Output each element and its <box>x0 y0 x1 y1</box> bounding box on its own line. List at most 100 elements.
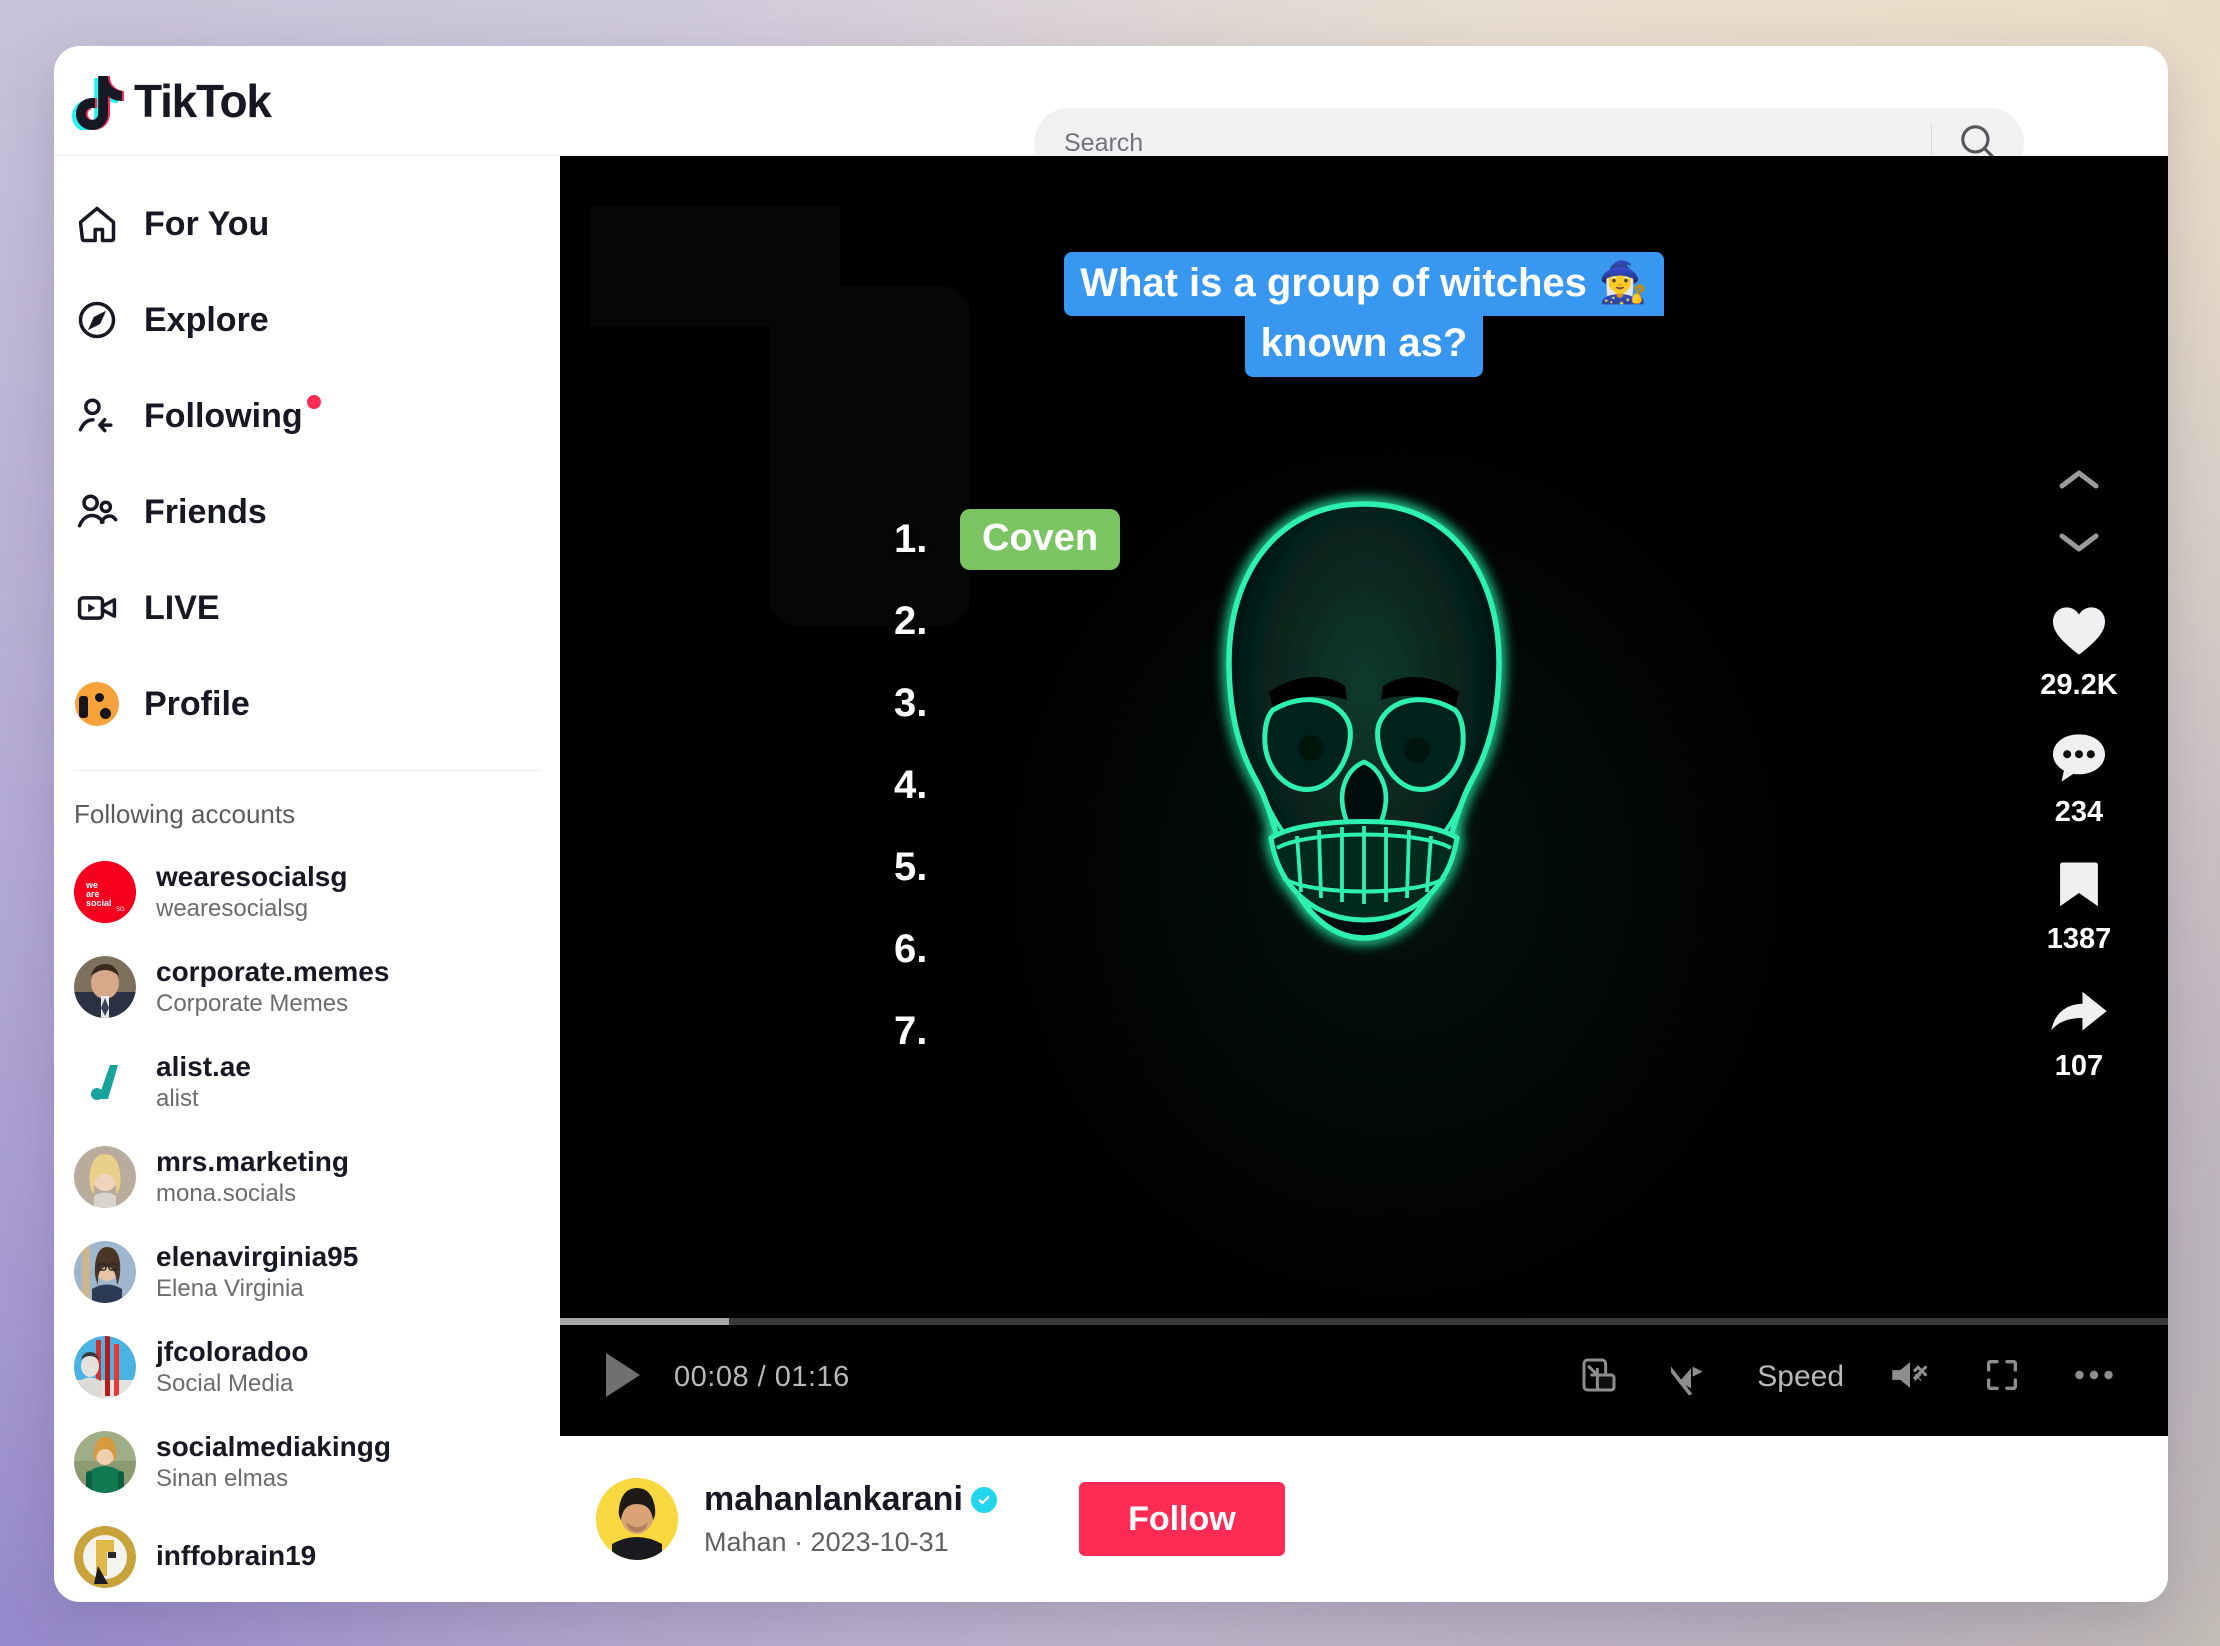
picture-in-picture-button[interactable] <box>1553 1337 1645 1417</box>
brand-name: TikTok <box>134 74 272 127</box>
svg-text:×: × <box>1913 1369 1922 1387</box>
mute-button[interactable]: × <box>1864 1337 1956 1417</box>
sidebar-item-for-you[interactable]: For You <box>54 176 560 272</box>
share-button[interactable]: 107 <box>2049 984 2109 1083</box>
controls-right-group: Speed × <box>1553 1337 2168 1417</box>
sidebar-item-label: Profile <box>144 684 250 723</box>
account-username: jfcoloradoo <box>156 1335 309 1367</box>
account-username: alist.ae <box>156 1050 251 1082</box>
progress-fill <box>560 1318 729 1325</box>
play-button[interactable] <box>602 1352 648 1402</box>
list-item[interactable]: we are social SG wearesocialsg wearesoci… <box>54 844 560 939</box>
comment-count: 234 <box>2054 796 2104 828</box>
list-item[interactable]: inffobrain19 <box>54 1509 560 1602</box>
answer-number: 2. <box>894 598 928 643</box>
bookmark-button[interactable]: 1387 <box>2046 857 2112 956</box>
list-item[interactable]: socialmediakingg Sinan elmas <box>54 1414 560 1509</box>
previous-video-button[interactable] <box>2043 451 2115 513</box>
people-icon <box>74 489 120 535</box>
answer-row: 7. <box>894 1003 1120 1059</box>
avatar <box>74 1240 136 1303</box>
fullscreen-button[interactable] <box>1956 1337 2048 1417</box>
account-display-name: wearesocialsg <box>156 894 309 922</box>
neon-skull-graphic <box>1199 486 1529 1006</box>
autoscroll-toggle[interactable] <box>1645 1337 1737 1417</box>
account-username: elenavirginia95 <box>156 1240 359 1272</box>
more-options-button[interactable] <box>2048 1337 2140 1417</box>
avatar <box>74 1430 136 1493</box>
account-display-name: Corporate Memes <box>156 989 349 1017</box>
sidebar-item-live[interactable]: LIVE <box>54 560 560 656</box>
list-item[interactable]: mrs.marketing mona.socials <box>54 1129 560 1224</box>
author-bar: mahanlankarani Mahan · 2023-10-31 Follow <box>560 1436 2168 1602</box>
list-item[interactable]: elenavirginia95 Elena Virginia <box>54 1224 560 1319</box>
account-username: corporate.memes <box>156 955 390 987</box>
svg-text:social: social <box>86 898 112 908</box>
live-video-icon <box>74 585 120 631</box>
tiktok-logo[interactable]: TikTok <box>72 72 272 132</box>
share-count: 107 <box>2054 1050 2104 1082</box>
video-column: What is a group of witches 🧙‍♀️ known as… <box>560 156 2168 1602</box>
sidebar-item-label: Friends <box>144 492 267 531</box>
home-icon <box>74 201 120 247</box>
list-item[interactable]: corporate.memes Corporate Memes <box>54 939 560 1034</box>
picture-in-picture-icon <box>1579 1355 1619 1400</box>
bookmark-count: 1387 <box>2046 923 2112 955</box>
svg-text:SG: SG <box>116 907 125 913</box>
video-controls: 00:08 / 01:16 Speed × <box>560 1318 2168 1436</box>
fullscreen-icon <box>1982 1355 2022 1400</box>
like-count: 29.2K <box>2040 669 2118 701</box>
answer-row: 5. <box>894 839 1120 895</box>
answer-row: 3. <box>894 675 1120 731</box>
music-note-icon <box>72 72 126 132</box>
sidebar-item-profile[interactable]: Profile <box>54 656 560 752</box>
avatar <box>74 1145 136 1208</box>
account-display-name: alist <box>156 1084 199 1112</box>
speed-button[interactable]: Speed <box>1737 1360 1864 1394</box>
bookmark-icon <box>2053 857 2105 913</box>
list-item[interactable]: alist.ae alist <box>54 1034 560 1129</box>
comment-button[interactable]: 234 <box>2050 730 2108 829</box>
list-item[interactable]: jfcoloradoo Social Media <box>54 1319 560 1414</box>
answer-number: 7. <box>894 1008 928 1053</box>
next-video-button[interactable] <box>2043 513 2115 575</box>
avatar <box>74 955 136 1018</box>
heart-icon <box>2050 603 2108 659</box>
play-icon <box>602 1351 642 1404</box>
sidebar: For You Explore Following Friends LIVE P… <box>54 156 560 1602</box>
chevron-up-icon <box>2056 465 2102 500</box>
answer-row: 2. <box>894 593 1120 649</box>
account-username: inffobrain19 <box>156 1539 317 1571</box>
answer-row: 6. <box>894 921 1120 977</box>
answer-number: 5. <box>894 844 928 889</box>
sidebar-item-following[interactable]: Following <box>54 368 560 464</box>
avatar <box>74 1525 136 1588</box>
avatar[interactable] <box>596 1478 678 1560</box>
search-input[interactable] <box>1034 128 1931 158</box>
like-button[interactable]: 29.2K <box>2040 603 2118 702</box>
account-username: socialmediakingg <box>156 1430 391 1462</box>
volume-muted-icon: × <box>1889 1356 1931 1399</box>
account-username: wearesocialsg <box>156 860 348 892</box>
answer-list: 1. Coven 2. 3. 4. 5. 6. 7. <box>894 508 1121 1059</box>
account-display-name: Social Media <box>156 1369 294 1397</box>
video-player[interactable]: What is a group of witches 🧙‍♀️ known as… <box>560 156 2168 1436</box>
video-action-rail: 29.2K 234 1387 107 <box>2024 451 2134 1083</box>
sidebar-item-label: Explore <box>144 300 269 339</box>
follow-button[interactable]: Follow <box>1078 1482 1285 1556</box>
account-display-name: Elena Virginia <box>156 1274 304 1302</box>
comment-icon <box>2050 730 2108 786</box>
avatar: we are social SG <box>74 860 136 923</box>
verified-icon <box>970 1486 997 1513</box>
sidebar-item-friends[interactable]: Friends <box>54 464 560 560</box>
author-handle[interactable]: mahanlankarani <box>704 1480 963 1519</box>
sidebar-item-label: For You <box>144 204 270 243</box>
answer-number: 4. <box>894 762 928 807</box>
sidebar-item-explore[interactable]: Explore <box>54 272 560 368</box>
avatar <box>74 1050 136 1113</box>
answer-row: 4. <box>894 757 1120 813</box>
time-display: 00:08 / 01:16 <box>674 1360 850 1393</box>
chevron-down-icon <box>2056 527 2102 562</box>
progress-bar[interactable] <box>560 1318 2168 1325</box>
account-display-name: Sinan elmas <box>156 1464 289 1492</box>
